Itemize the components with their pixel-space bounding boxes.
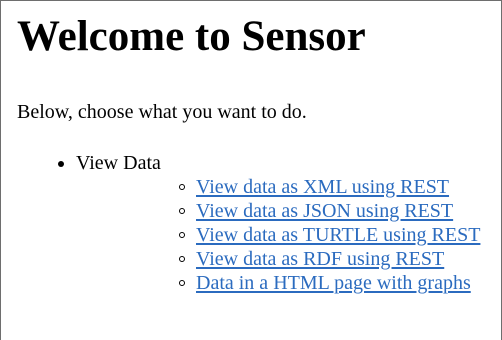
list-item: Data in a HTML page with graphs: [76, 271, 480, 295]
list-item-view-data: View Data View data as XML using REST Vi…: [17, 151, 480, 295]
list-item: View data as RDF using REST: [76, 247, 480, 271]
link-html-graphs[interactable]: Data in a HTML page with graphs: [196, 272, 471, 294]
disc-bullet-icon: [58, 161, 64, 167]
circle-bullet-icon: [179, 184, 185, 190]
circle-bullet-icon: [179, 256, 185, 262]
view-data-sublist: View data as XML using REST View data as…: [76, 175, 480, 295]
link-rdf-rest[interactable]: View data as RDF using REST: [196, 248, 444, 270]
browser-content-frame: Welcome to Sensor Below, choose what you…: [0, 0, 502, 340]
circle-bullet-icon: [179, 280, 185, 286]
link-turtle-rest[interactable]: View data as TURTLE using REST: [196, 224, 480, 246]
link-json-rest[interactable]: View data as JSON using REST: [196, 200, 453, 222]
list-item: View data as TURTLE using REST: [76, 223, 480, 247]
list-item: View data as XML using REST: [76, 175, 480, 199]
circle-bullet-icon: [179, 232, 185, 238]
list-item: View data as JSON using REST: [76, 199, 480, 223]
view-data-label: View Data: [76, 152, 161, 174]
link-xml-rest[interactable]: View data as XML using REST: [196, 176, 449, 198]
circle-bullet-icon: [179, 208, 185, 214]
page-title: Welcome to Sensor: [17, 13, 366, 60]
intro-text: Below, choose what you want to do.: [17, 101, 307, 123]
action-list: View Data View data as XML using REST Vi…: [17, 151, 480, 295]
